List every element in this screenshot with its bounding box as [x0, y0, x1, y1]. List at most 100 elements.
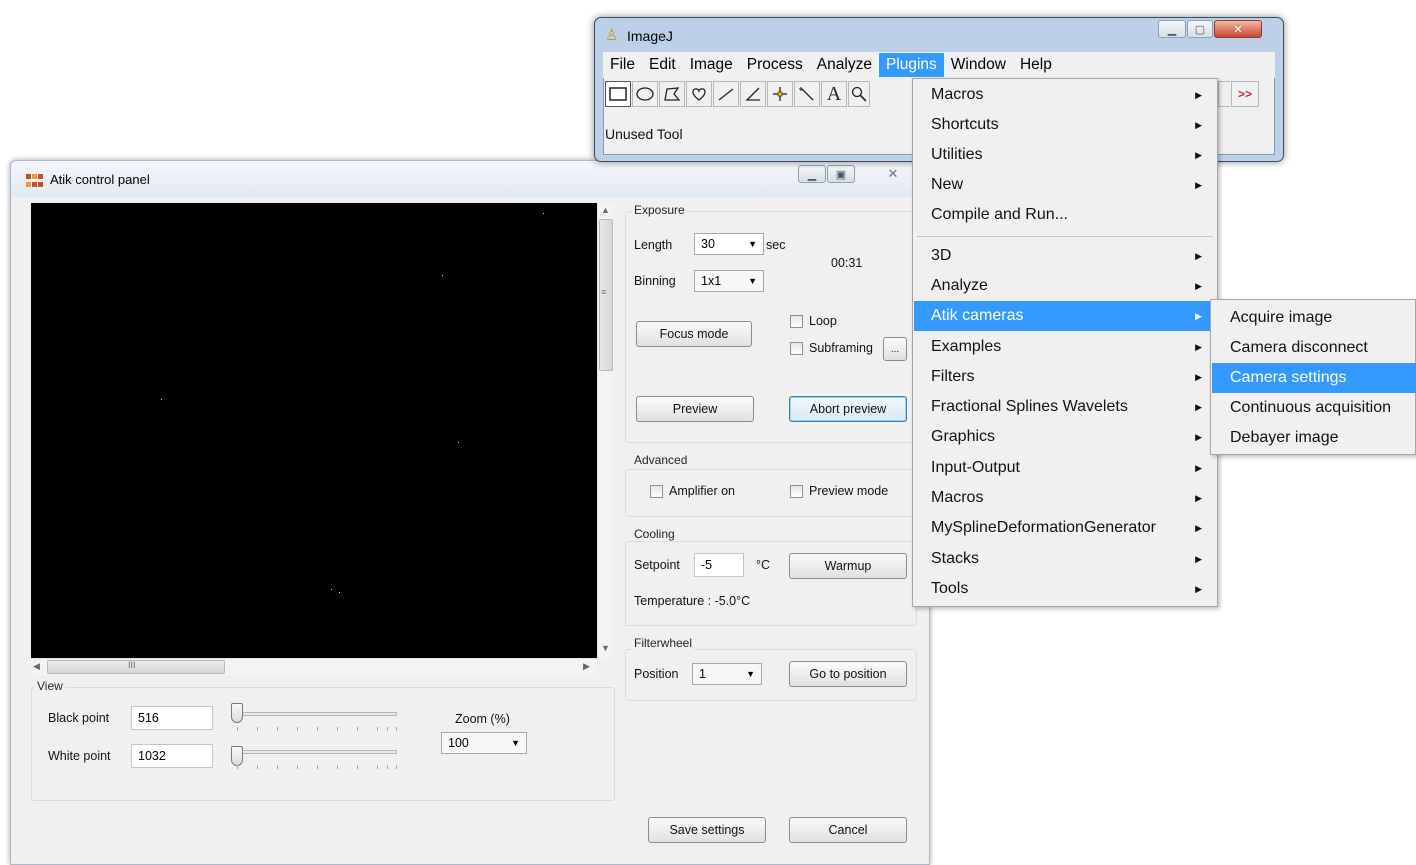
atik-close-button[interactable]: ✕ [879, 165, 907, 183]
length-unit: sec [766, 238, 786, 252]
plugins-menu-item-3d[interactable]: 3D ▶ [914, 241, 1216, 271]
horizontal-scroll-thumb[interactable] [47, 660, 225, 674]
zoom-select[interactable]: 100 ▼ [441, 732, 527, 754]
subframing-options-button[interactable]: ... [883, 337, 907, 361]
plugins-menu-item-new[interactable]: New ▶ [914, 170, 1216, 200]
loop-checkbox[interactable] [790, 315, 803, 328]
minimize-icon: ▁ [1167, 23, 1177, 36]
cancel-button[interactable]: Cancel [789, 817, 907, 843]
submenu-item-continuous-acquisition[interactable]: Continuous acquisition [1212, 393, 1414, 423]
menu-process[interactable]: Process [740, 53, 810, 77]
focus-mode-button[interactable]: Focus mode [636, 321, 752, 347]
submenu-item-camera-settings[interactable]: Camera settings [1212, 363, 1416, 393]
imagej-maximize-button[interactable]: ▢ [1187, 20, 1213, 38]
submenu-item-camera-disconnect[interactable]: Camera disconnect [1212, 333, 1414, 363]
save-settings-button[interactable]: Save settings [648, 817, 766, 843]
plugins-menu-item-stacks[interactable]: Stacks ▶ [914, 544, 1216, 574]
preview-button[interactable]: Preview [636, 396, 754, 422]
camera-image-viewport[interactable] [31, 203, 597, 658]
oval-tool[interactable] [632, 81, 658, 107]
freehand-tool[interactable] [686, 81, 712, 107]
submenu-arrow-icon: ▶ [1195, 431, 1202, 442]
amplifier-checkbox[interactable] [650, 485, 663, 498]
menu-item-label: Stacks [931, 550, 980, 567]
filter-position-value: 1 [699, 667, 706, 681]
wand-tool[interactable] [794, 81, 820, 107]
menu-analyze[interactable]: Analyze [810, 53, 879, 77]
plugins-menu-item-input-output[interactable]: Input-Output ▶ [914, 453, 1216, 483]
menu-item-label: 3D [931, 247, 952, 264]
point-tool[interactable] [767, 81, 793, 107]
plugins-menu-item-analyze[interactable]: Analyze ▶ [914, 271, 1216, 301]
magnifier-tool[interactable] [848, 81, 870, 107]
subframing-label: Subframing [809, 341, 873, 355]
menu-image[interactable]: Image [683, 53, 740, 77]
image-pixel [458, 442, 459, 443]
imagej-close-button[interactable]: ✕ [1214, 20, 1262, 38]
preview-mode-checkbox[interactable] [790, 485, 803, 498]
line-icon [718, 88, 734, 101]
menu-plugins[interactable]: Plugins [878, 53, 944, 77]
plugins-menu-item-filters[interactable]: Filters ▶ [914, 362, 1216, 392]
rectangle-tool[interactable] [605, 81, 631, 107]
submenu-arrow-icon: ▶ [1195, 583, 1202, 594]
menu-item-label: Filters [931, 368, 975, 385]
plugins-menu-item-macros[interactable]: Macros ▶ [914, 80, 1216, 110]
menu-file[interactable]: File [603, 53, 642, 77]
black-point-slider-thumb[interactable] [231, 703, 243, 723]
loop-label: Loop [809, 314, 837, 328]
plugins-menu-item-graphics[interactable]: Graphics ▶ [914, 422, 1216, 452]
plugins-menu-item-shortcuts[interactable]: Shortcuts ▶ [914, 110, 1216, 140]
menu-edit[interactable]: Edit [642, 53, 683, 77]
black-point-input[interactable]: 516 [131, 706, 213, 730]
scroll-up-icon[interactable]: ▲ [601, 205, 610, 215]
line-tool[interactable] [713, 81, 739, 107]
angle-tool[interactable] [740, 81, 766, 107]
menu-window[interactable]: Window [944, 53, 1013, 77]
imagej-minimize-button[interactable]: ▁ [1158, 20, 1186, 38]
rectangle-icon [609, 87, 627, 101]
plugins-menu-item-examples[interactable]: Examples ▶ [914, 332, 1216, 362]
zoom-label: Zoom (%) [455, 712, 510, 726]
text-tool[interactable]: A [821, 81, 847, 107]
white-point-slider-thumb[interactable] [231, 746, 243, 766]
advanced-group-label: Advanced [632, 453, 690, 467]
plugins-menu-item-myspline[interactable]: MySplineDeformationGenerator ▶ [914, 513, 1216, 543]
scroll-left-icon[interactable]: ◀ [33, 661, 40, 672]
menu-help[interactable]: Help [1013, 53, 1059, 77]
warmup-button[interactable]: Warmup [789, 553, 907, 579]
white-point-input[interactable]: 1032 [131, 744, 213, 768]
plugins-menu-item-macros-2[interactable]: Macros ▶ [914, 483, 1216, 513]
plugins-menu-item-tools[interactable]: Tools ▶ [914, 574, 1216, 604]
angle-icon [745, 87, 760, 101]
plugins-menu-item-utilities[interactable]: Utilities ▶ [914, 140, 1216, 170]
toolbar-spare-tool[interactable] [1218, 81, 1230, 107]
scroll-down-icon[interactable]: ▼ [601, 643, 610, 653]
plugins-menu-item-compile-and-run[interactable]: Compile and Run... [914, 200, 1216, 230]
go-to-position-button[interactable]: Go to position [789, 661, 907, 687]
menu-item-label: Examples [931, 338, 1002, 355]
scroll-right-icon[interactable]: ▶ [583, 661, 590, 672]
chevron-down-icon: ▼ [511, 738, 520, 748]
plugins-menu-item-atik-cameras[interactable]: Atik cameras ▶ [914, 301, 1216, 331]
black-point-slider-track[interactable] [237, 712, 397, 716]
white-point-slider-track[interactable] [237, 750, 397, 754]
more-tools-button[interactable]: >> [1231, 81, 1259, 107]
subframing-checkbox[interactable] [790, 342, 803, 355]
binning-select[interactable]: 1x1 ▼ [694, 270, 764, 292]
atik-minimize-button[interactable]: ▁ [798, 165, 826, 183]
text-tool-icon: A [826, 82, 842, 105]
atik-title-bar[interactable]: Atik control panel ▁ ▣ ✕ [11, 161, 929, 197]
menu-item-label: Atik cameras [931, 307, 1024, 324]
atik-maximize-button[interactable]: ▣ [827, 165, 855, 183]
filter-position-select[interactable]: 1 ▼ [692, 663, 762, 685]
plugins-menu-item-fractional-splines-wavelets[interactable]: Fractional Splines Wavelets ▶ [914, 392, 1216, 422]
submenu-item-debayer-image[interactable]: Debayer image [1212, 423, 1414, 453]
polygon-tool[interactable] [659, 81, 685, 107]
setpoint-input[interactable]: -5 [694, 553, 744, 577]
length-combo[interactable]: 30 ▼ [694, 233, 764, 255]
chevron-down-icon: ▼ [748, 276, 757, 286]
submenu-item-acquire-image[interactable]: Acquire image [1212, 303, 1414, 333]
abort-preview-button[interactable]: Abort preview [789, 396, 907, 422]
maximize-icon: ▣ [835, 168, 847, 181]
